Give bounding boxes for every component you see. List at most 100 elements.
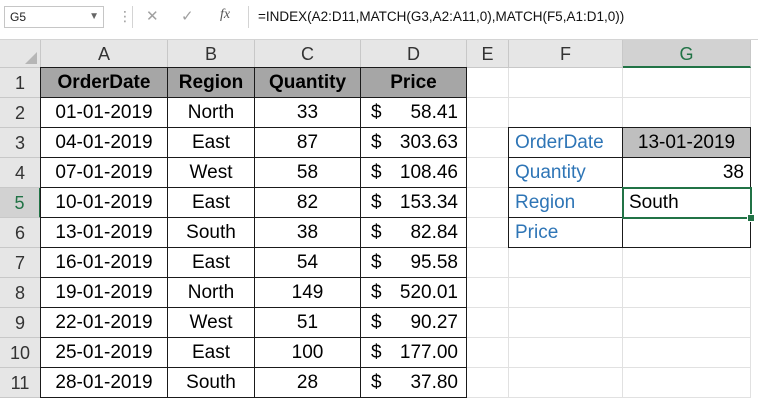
cell-d10[interactable]: $177.00 (361, 338, 467, 368)
cell-b4[interactable]: West (168, 158, 255, 188)
cell-b11[interactable]: South (168, 368, 255, 398)
column-header-c[interactable]: C (255, 40, 361, 68)
cell-f9[interactable] (509, 308, 623, 338)
insert-function-icon[interactable]: fx (220, 7, 230, 23)
cell-e8[interactable] (467, 278, 509, 308)
formula-input[interactable]: =INDEX(A2:D11,MATCH(G3,A2:A11,0),MATCH(F… (258, 9, 624, 24)
name-box[interactable]: G5 ▼ (4, 6, 104, 28)
cell-e11[interactable] (467, 368, 509, 398)
lookup-label[interactable]: Price (509, 218, 623, 248)
cell-a7[interactable]: 16-01-2019 (41, 248, 168, 278)
cell-g11[interactable] (623, 368, 751, 398)
row-header-5[interactable]: 5 (0, 188, 41, 218)
cell-c2[interactable]: 33 (255, 98, 361, 128)
cell-b10[interactable]: East (168, 338, 255, 368)
cell-f1[interactable] (509, 68, 623, 98)
row-header-8[interactable]: 8 (0, 278, 41, 308)
table-header-cell[interactable]: Price (361, 68, 467, 98)
column-header-d[interactable]: D (361, 40, 467, 68)
cell-c11[interactable]: 28 (255, 368, 361, 398)
select-all-corner[interactable] (0, 40, 41, 68)
cell-c6[interactable]: 38 (255, 218, 361, 248)
cell-g8[interactable] (623, 278, 751, 308)
more-options-icon[interactable]: ⋮ (118, 8, 132, 25)
cancel-icon[interactable]: ✕ (146, 7, 159, 25)
cell-f11[interactable] (509, 368, 623, 398)
column-header-b[interactable]: B (168, 40, 255, 68)
cell-c10[interactable]: 100 (255, 338, 361, 368)
lookup-label[interactable]: OrderDate (509, 128, 623, 158)
cell-c3[interactable]: 87 (255, 128, 361, 158)
cell-g2[interactable] (623, 98, 751, 128)
row-header-1[interactable]: 1 (0, 68, 41, 98)
cell-d4[interactable]: $108.46 (361, 158, 467, 188)
cell-f10[interactable] (509, 338, 623, 368)
cell-a11[interactable]: 28-01-2019 (41, 368, 168, 398)
cell-g1[interactable] (623, 68, 751, 98)
cell-a6[interactable]: 13-01-2019 (41, 218, 168, 248)
lookup-label[interactable]: Quantity (509, 158, 623, 188)
cell-b3[interactable]: East (168, 128, 255, 158)
cell-b6[interactable]: South (168, 218, 255, 248)
lookup-value[interactable]: South (623, 188, 751, 218)
cell-d8[interactable]: $520.01 (361, 278, 467, 308)
row-header-6[interactable]: 6 (0, 218, 41, 248)
row-header-9[interactable]: 9 (0, 308, 41, 338)
cell-a4[interactable]: 07-01-2019 (41, 158, 168, 188)
row-header-10[interactable]: 10 (0, 338, 41, 368)
row-header-3[interactable]: 3 (0, 128, 41, 158)
cell-e5[interactable] (467, 188, 509, 218)
cell-e10[interactable] (467, 338, 509, 368)
row-header-11[interactable]: 11 (0, 368, 41, 398)
lookup-value[interactable]: 38 (623, 158, 751, 188)
cell-d7[interactable]: $95.58 (361, 248, 467, 278)
cell-a3[interactable]: 04-01-2019 (41, 128, 168, 158)
cell-f7[interactable] (509, 248, 623, 278)
lookup-label[interactable]: Region (509, 188, 623, 218)
cell-b9[interactable]: West (168, 308, 255, 338)
cell-b7[interactable]: East (168, 248, 255, 278)
cell-b2[interactable]: North (168, 98, 255, 128)
cell-e2[interactable] (467, 98, 509, 128)
lookup-value[interactable]: 13-01-2019 (623, 128, 751, 158)
cell-b5[interactable]: East (168, 188, 255, 218)
cell-f2[interactable] (509, 98, 623, 128)
cell-e7[interactable] (467, 248, 509, 278)
cell-d5[interactable]: $153.34 (361, 188, 467, 218)
cell-a10[interactable]: 25-01-2019 (41, 338, 168, 368)
cell-d11[interactable]: $37.80 (361, 368, 467, 398)
cell-e4[interactable] (467, 158, 509, 188)
row-header-4[interactable]: 4 (0, 158, 41, 188)
cell-d6[interactable]: $82.84 (361, 218, 467, 248)
cell-c9[interactable]: 51 (255, 308, 361, 338)
cell-d3[interactable]: $303.63 (361, 128, 467, 158)
cell-e9[interactable] (467, 308, 509, 338)
cell-a2[interactable]: 01-01-2019 (41, 98, 168, 128)
cell-c5[interactable]: 82 (255, 188, 361, 218)
cell-d2[interactable]: $58.41 (361, 98, 467, 128)
cell-c8[interactable]: 149 (255, 278, 361, 308)
cell-a8[interactable]: 19-01-2019 (41, 278, 168, 308)
cell-e3[interactable] (467, 128, 509, 158)
column-header-e[interactable]: E (467, 40, 509, 68)
cell-e1[interactable] (467, 68, 509, 98)
cell-f8[interactable] (509, 278, 623, 308)
column-header-g[interactable]: G (623, 40, 751, 68)
cell-a5[interactable]: 10-01-2019 (41, 188, 168, 218)
cell-g10[interactable] (623, 338, 751, 368)
confirm-icon[interactable]: ✓ (181, 7, 194, 25)
cell-g7[interactable] (623, 248, 751, 278)
table-header-cell[interactable]: Region (168, 68, 255, 98)
cell-c4[interactable]: 58 (255, 158, 361, 188)
chevron-down-icon[interactable]: ▼ (89, 7, 99, 27)
cell-a9[interactable]: 22-01-2019 (41, 308, 168, 338)
cell-e6[interactable] (467, 218, 509, 248)
table-header-cell[interactable]: Quantity (255, 68, 361, 98)
cell-d9[interactable]: $90.27 (361, 308, 467, 338)
column-header-f[interactable]: F (509, 40, 623, 68)
cell-c7[interactable]: 54 (255, 248, 361, 278)
fill-handle[interactable] (747, 214, 755, 222)
cell-b8[interactable]: North (168, 278, 255, 308)
row-header-7[interactable]: 7 (0, 248, 41, 278)
cell-g9[interactable] (623, 308, 751, 338)
